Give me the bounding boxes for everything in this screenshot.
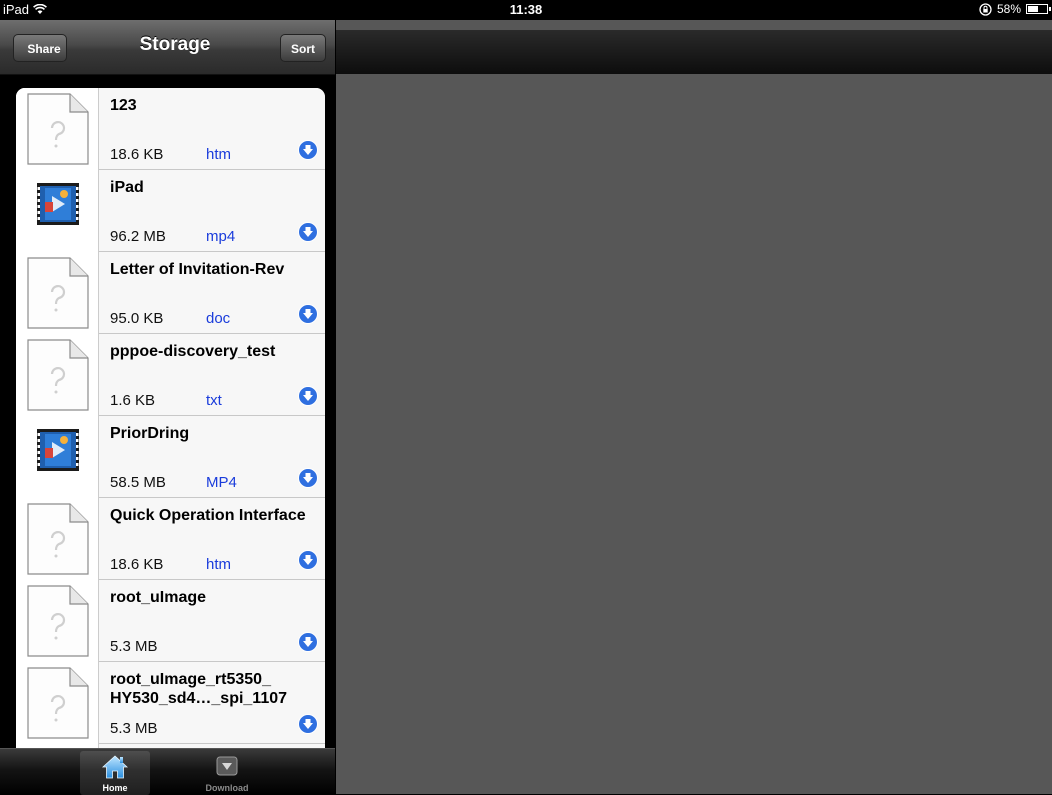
tab-home[interactable]: Home [80, 751, 150, 795]
download-arrow-icon[interactable] [298, 140, 318, 160]
battery-percent: 58% [996, 2, 1021, 16]
download-arrow-icon[interactable] [298, 632, 318, 652]
file-type: htm [206, 556, 232, 573]
document-unknown-icon [27, 257, 89, 329]
file-size: 96.2 MB [110, 228, 166, 245]
download-arrow-icon[interactable] [298, 714, 318, 734]
download-icon [216, 756, 238, 776]
document-unknown-icon [27, 667, 89, 739]
file-type: htm [206, 146, 232, 163]
document-unknown-icon [27, 503, 89, 575]
file-row[interactable]: pppoe-discovery_test 1.6 KB txt [16, 334, 325, 416]
file-size: 58.5 MB [110, 474, 166, 491]
file-size: 1.6 KB [110, 392, 156, 409]
file-type: txt [206, 392, 222, 409]
file-row[interactable]: Quick Operation Interface 18.6 KB htm [16, 498, 325, 580]
file-list[interactable]: 123 18.6 KB htm iPad 96.2 MB mp4 Letter … [16, 88, 325, 748]
file-row[interactable]: root_uImage_rt5350_ HY530_sd4…_spi_1107 … [16, 662, 325, 744]
file-name: PriorDring [110, 425, 190, 442]
detail-panel [336, 20, 1052, 794]
file-type: MP4 [206, 474, 237, 491]
clock: 11:38 [509, 2, 543, 17]
file-name: pppoe-discovery_test [110, 343, 276, 360]
detail-navigation-bar [336, 30, 1052, 74]
file-name: 123 [110, 97, 137, 114]
file-name: iPad [110, 179, 144, 196]
file-thumbnail [16, 334, 99, 416]
tab-home-label: Home [102, 783, 128, 793]
file-row[interactable]: iPad 96.2 MB mp4 [16, 170, 325, 252]
file-row[interactable]: 123 18.6 KB htm [16, 88, 325, 170]
home-icon [101, 755, 129, 779]
battery-icon [1026, 4, 1051, 14]
tab-download[interactable]: Download [192, 751, 262, 795]
file-size: 95.0 KB [110, 310, 164, 327]
file-thumbnail [16, 498, 99, 580]
download-arrow-icon[interactable] [298, 386, 318, 406]
storage-panel: Share Storage Sort 123 18.6 KB htm iPad … [0, 20, 336, 795]
file-size: 5.3 MB [110, 720, 158, 737]
document-unknown-icon [27, 585, 89, 657]
share-button[interactable]: Share [13, 34, 67, 62]
file-type: doc [206, 310, 231, 327]
file-name: Quick Operation Interface [110, 507, 306, 524]
sort-button[interactable]: Sort [280, 34, 326, 62]
file-name: root_uImage_rt5350_ HY530_sd4…_spi_1107 [110, 671, 288, 707]
file-size: 18.6 KB [110, 556, 164, 573]
file-type: mp4 [206, 228, 236, 245]
status-bar: iPad 11:38 58% [0, 0, 1052, 20]
video-file-icon [37, 429, 79, 471]
download-arrow-icon[interactable] [298, 304, 318, 324]
file-name: root_uImage [110, 589, 207, 606]
file-thumbnail [16, 88, 99, 170]
file-size: 18.6 KB [110, 146, 164, 163]
rotation-lock-icon [979, 2, 992, 16]
download-arrow-icon[interactable] [298, 550, 318, 570]
file-name: Letter of Invitation-Rev [110, 261, 285, 278]
navigation-bar: Share Storage Sort [0, 20, 336, 75]
file-row[interactable]: PriorDring 58.5 MB MP4 [16, 416, 325, 498]
file-thumbnail [16, 416, 99, 498]
document-unknown-icon [27, 339, 89, 411]
file-thumbnail [16, 580, 99, 662]
tab-bar: Home Download [0, 748, 336, 795]
tab-download-label: Download [205, 783, 249, 793]
download-arrow-icon[interactable] [298, 222, 318, 242]
status-right: 58% [979, 2, 1051, 16]
page-title: Storage [139, 34, 211, 55]
file-row[interactable]: Letter of Invitation-Rev 95.0 KB doc [16, 252, 325, 334]
document-unknown-icon [27, 93, 89, 165]
file-thumbnail [16, 252, 99, 334]
file-thumbnail [16, 170, 99, 252]
file-size: 5.3 MB [110, 638, 158, 655]
download-arrow-icon[interactable] [298, 468, 318, 488]
video-file-icon [37, 183, 79, 225]
file-thumbnail [16, 662, 99, 744]
file-row[interactable]: root_uImage 5.3 MB [16, 580, 325, 662]
